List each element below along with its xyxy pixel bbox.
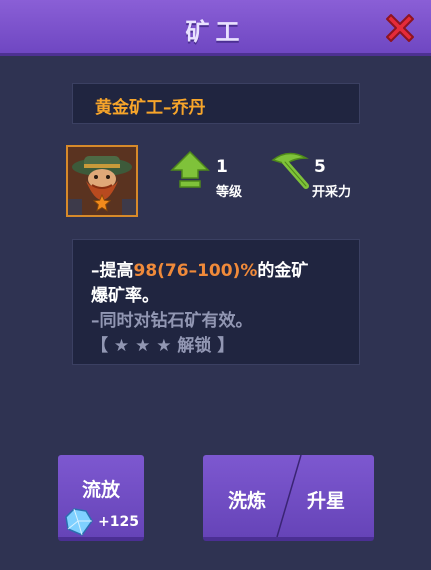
description-prefix: –提高 — [91, 261, 134, 281]
description-line-2: 爆矿率。 — [91, 286, 159, 306]
crystal-icon — [65, 508, 93, 536]
title-bar: 矿工 — [0, 0, 431, 56]
unlock-requirement: 【 ★ ★ ★ 解锁 】 — [91, 336, 235, 356]
miner-name: 黄金矿工–乔丹 — [95, 98, 206, 118]
window-title: 矿工 — [185, 18, 246, 46]
level-label: 等级 — [216, 185, 243, 200]
level-up-arrow-icon — [170, 150, 210, 188]
description-line-1: –提高98(76–100)%的金矿 — [91, 256, 308, 281]
pickaxe-icon — [271, 152, 309, 189]
level-value: 1 — [216, 157, 228, 177]
refine-starup-button-group: 洗炼 升星 — [203, 455, 374, 541]
description-highlight: 98(76–100)% — [133, 261, 258, 281]
release-reward-amount: +125 — [98, 514, 139, 530]
release-button[interactable]: 流放 +125 — [58, 455, 144, 541]
mining-power-value: 5 — [314, 157, 326, 177]
mining-power-label: 开采力 — [312, 185, 352, 200]
miner-portrait[interactable] — [66, 145, 138, 217]
description-suffix: 的金矿 — [257, 261, 309, 281]
refine-button[interactable]: 洗炼 — [228, 486, 266, 513]
skill-description-box: –提高98(76–100)%的金矿 爆矿率。 –同时对钻石矿有效。 【 ★ ★ … — [72, 239, 360, 365]
close-icon — [386, 14, 414, 42]
description-line-3: –同时对钻石矿有效。 — [91, 311, 253, 331]
star-rank-icon — [93, 194, 111, 212]
star-up-button[interactable]: 升星 — [307, 486, 345, 513]
miner-name-bar: 黄金矿工–乔丹 — [72, 83, 360, 124]
release-button-label: 流放 — [81, 479, 120, 501]
close-button[interactable] — [380, 8, 420, 48]
